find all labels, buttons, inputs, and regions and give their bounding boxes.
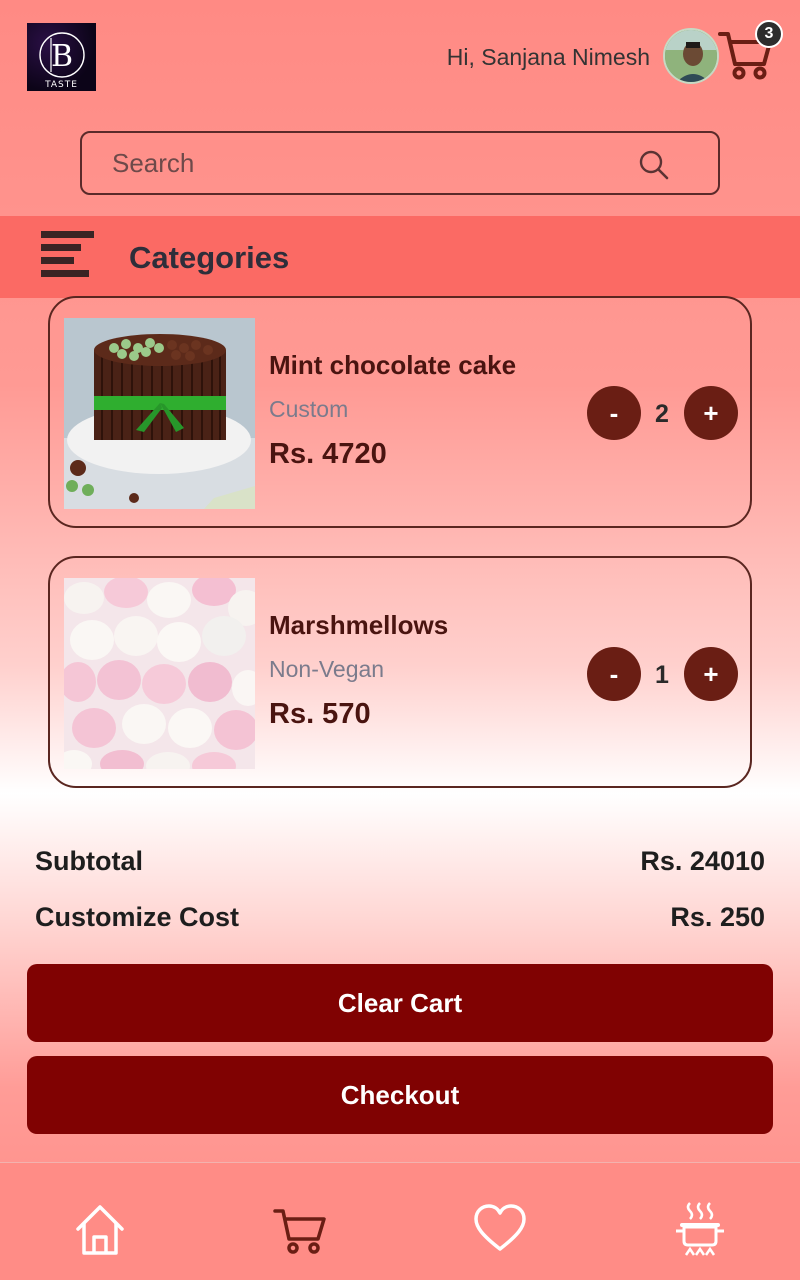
app-header: B TASTE Hi, Sanjana Nimesh 3 (0, 0, 800, 120)
decrease-quantity-button[interactable]: - (587, 647, 641, 701)
bottom-navigation (0, 1162, 800, 1280)
heart-icon[interactable] (472, 1201, 528, 1257)
categories-label: Categories (129, 240, 290, 275)
logo-text: TASTE (45, 80, 78, 90)
user-greeting: Hi, Sanjana Nimesh (446, 44, 650, 70)
search-input[interactable] (112, 143, 632, 183)
subtotal-label: Subtotal (35, 846, 143, 876)
clear-cart-button[interactable]: Clear Cart (27, 964, 773, 1042)
mint-chocolate-cake-image (64, 318, 255, 509)
item-price: Rs. 570 (269, 698, 371, 730)
cart-count-badge: 3 (755, 20, 783, 48)
cart-item-card: Marshmellows Non-Vegan Rs. 570 - 1 + (48, 556, 752, 788)
menu-icon[interactable] (41, 230, 95, 284)
svg-text:B: B (50, 39, 72, 74)
cooking-pot-icon[interactable] (672, 1201, 728, 1257)
decrease-quantity-button[interactable]: - (587, 386, 641, 440)
item-quantity: 2 (655, 400, 669, 428)
search-icon[interactable] (638, 149, 670, 181)
user-avatar[interactable] (663, 28, 719, 84)
item-type: Non-Vegan (269, 656, 385, 682)
item-type: Custom (269, 396, 349, 422)
app-logo[interactable]: B TASTE (27, 23, 96, 91)
item-quantity: 1 (655, 661, 669, 689)
categories-bar[interactable] (0, 216, 800, 298)
item-price: Rs. 4720 (269, 438, 387, 470)
item-name: Mint chocolate cake (269, 350, 517, 380)
increase-quantity-button[interactable]: + (684, 386, 738, 440)
increase-quantity-button[interactable]: + (684, 647, 738, 701)
item-name: Marshmellows (269, 610, 449, 640)
search-bar (80, 131, 720, 195)
marshmallows-image (64, 578, 255, 769)
cart-item-card: Mint chocolate cake Custom Rs. 4720 - 2 … (48, 296, 752, 528)
subtotal-value: Rs. 24010 (640, 846, 765, 876)
home-icon[interactable] (72, 1201, 128, 1257)
customize-cost-value: Rs. 250 (670, 902, 765, 932)
checkout-button[interactable]: Checkout (27, 1056, 773, 1134)
logo-mark-icon: B (38, 32, 85, 78)
customize-cost-label: Customize Cost (35, 902, 240, 932)
cart-icon[interactable] (272, 1201, 328, 1257)
